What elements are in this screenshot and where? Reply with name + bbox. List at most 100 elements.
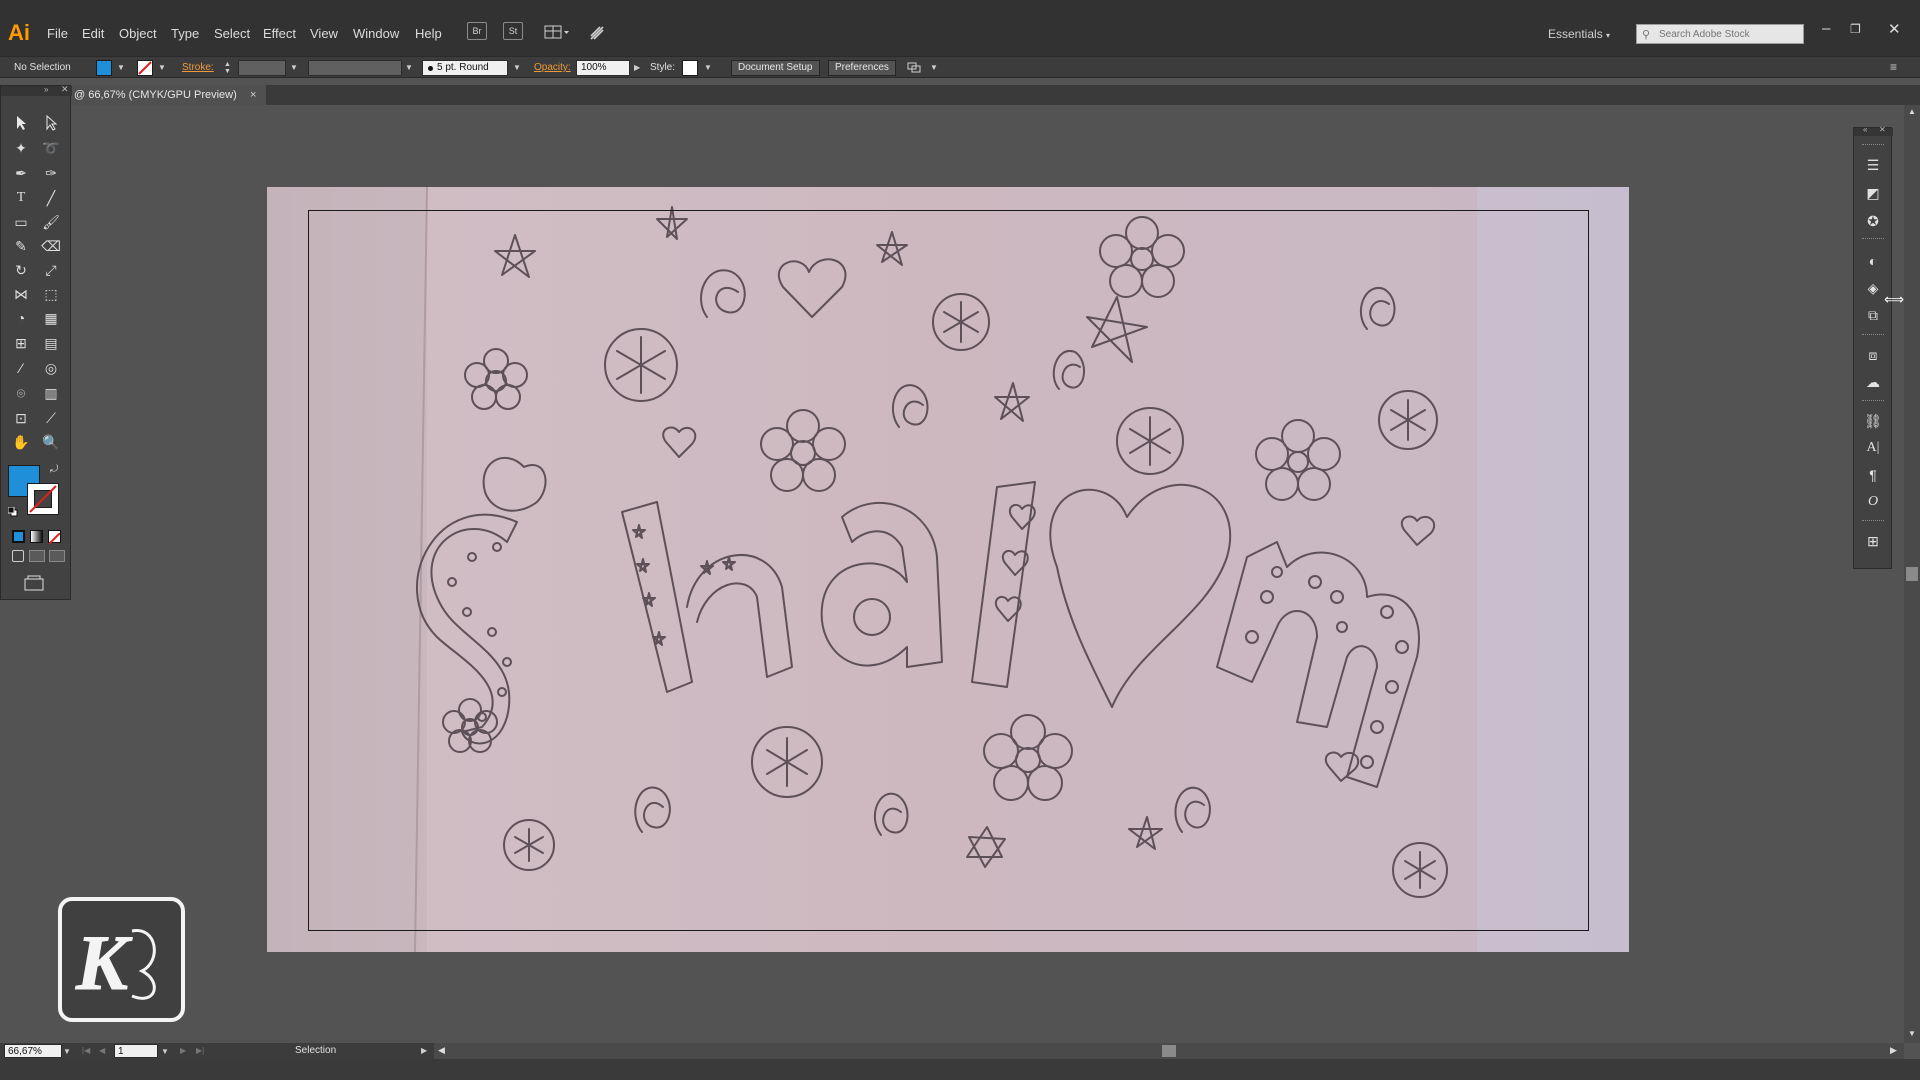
curvature-tool[interactable]: ✑ [39,162,63,184]
hand-tool[interactable]: ✋ [9,431,33,453]
color-mode-button[interactable] [12,530,25,543]
magic-wand-tool[interactable]: ✦ [9,137,33,159]
arrange-documents-icon[interactable] [544,24,570,40]
properties-panel-icon[interactable]: ☰ [1864,156,1882,174]
direct-selection-tool[interactable] [39,112,63,134]
scroll-up-icon[interactable]: ▲ [1908,107,1916,116]
stroke-swatch[interactable] [137,60,153,76]
symbol-sprayer-tool[interactable]: ⌾ [9,382,33,404]
vertical-scrollbar[interactable]: ▲ ▼ [1904,105,1920,1043]
paragraph-panel-icon[interactable]: ¶ [1864,466,1882,484]
opacity-slider-icon[interactable]: ▶ [634,63,640,72]
previous-artboard-icon[interactable]: ◀ [99,1046,105,1055]
rectangle-tool[interactable]: ▭ [9,211,33,233]
artboard-number-field[interactable]: 1 [114,1044,158,1058]
menu-window[interactable]: Window [353,26,399,41]
arrange-icon[interactable] [907,61,927,75]
draw-normal-icon[interactable] [12,550,24,562]
minimize-icon[interactable]: – [1822,20,1830,37]
scroll-down-icon[interactable]: ▼ [1908,1029,1916,1038]
next-artboard-icon[interactable]: ▶ [180,1046,186,1055]
fill-swatch[interactable] [96,60,112,76]
zoom-level-field[interactable]: 66,67% [4,1044,62,1058]
color-guide-panel-icon[interactable]: ◩ [1864,184,1882,202]
none-mode-button[interactable] [48,530,61,545]
brush-definition-field[interactable]: 5 pt. Round [422,60,508,76]
layers-panel-icon[interactable]: ◈ [1864,279,1882,297]
variable-width-profile[interactable] [308,60,402,76]
blend-tool[interactable]: ◎ [39,357,63,379]
preferences-button[interactable]: Preferences [828,60,896,76]
scroll-right-icon[interactable]: ▶ [1890,1045,1897,1056]
color-panel-icon[interactable]: ✪ [1864,212,1882,230]
shape-builder-tool[interactable]: ◔ [9,307,33,329]
rotate-tool[interactable]: ↻ [9,259,33,281]
horizontal-scrollbar[interactable]: ◀ ▶ [434,1043,1904,1059]
restore-icon[interactable]: ❐ [1850,22,1861,36]
column-graph-tool[interactable]: ▥ [39,382,63,404]
gpu-performance-icon[interactable] [588,24,606,42]
slice-tool[interactable]: ⟋ [39,407,63,429]
menu-view[interactable]: View [310,26,338,41]
panel-menu-icon[interactable]: ≡ [1890,60,1897,74]
artboards-panel-icon[interactable]: ⧉ [1864,306,1882,324]
default-colors-icon[interactable] [7,504,18,517]
mesh-tool[interactable]: ⊞ [9,332,33,354]
pathfinder-panel-icon[interactable]: ⧈ [1864,346,1882,364]
menu-type[interactable]: Type [171,26,199,41]
scroll-left-icon[interactable]: ◀ [438,1045,445,1056]
stroke-weight-dropdown-icon[interactable]: ▼ [290,63,298,72]
close-tab-icon[interactable]: × [250,85,256,105]
paintbrush-tool[interactable]: 🖌 [39,211,63,233]
opacity-field[interactable]: 100% [576,60,630,76]
character-panel-icon[interactable]: A| [1864,439,1882,457]
close-dock-icon[interactable]: ✕ [1879,125,1886,134]
expand-dock-icon[interactable]: « [1863,125,1867,134]
gradient-tool[interactable]: ▤ [39,332,63,354]
brush-dropdown-icon[interactable]: ▼ [513,63,521,72]
lasso-tool[interactable]: ➰ [39,137,63,159]
first-artboard-icon[interactable]: |◀ [82,1046,90,1055]
menu-select[interactable]: Select [214,26,250,41]
document-tab[interactable]: @ 66,67% (CMYK/GPU Preview) [70,85,266,105]
selection-tool[interactable] [9,112,33,134]
perspective-grid-tool[interactable]: ▦ [39,307,63,329]
gradient-mode-button[interactable] [30,530,43,543]
swap-colors-icon[interactable]: ⤾ [50,464,58,475]
menu-effect[interactable]: Effect [263,26,296,41]
workspace-switcher[interactable]: Essentials ▾ [1548,27,1610,41]
artboard-tool[interactable]: ⊡ [9,407,33,429]
close-window-icon[interactable]: ✕ [1888,20,1901,38]
links-panel-icon[interactable]: ⛓ [1864,412,1882,430]
status-menu-icon[interactable]: ▶ [421,1046,427,1055]
menu-edit[interactable]: Edit [82,26,104,41]
fill-dropdown-icon[interactable]: ▼ [117,63,125,72]
stroke-stepper[interactable]: ▲ ▼ [224,61,231,75]
menu-help[interactable]: Help [415,26,442,41]
zoom-dropdown-icon[interactable]: ▼ [63,1047,71,1056]
bridge-button[interactable]: Br [467,22,487,40]
screen-mode-icon[interactable] [23,575,45,591]
arrange-dropdown-icon[interactable]: ▼ [930,63,938,72]
last-artboard-icon[interactable]: ▶| [196,1046,204,1055]
eraser-tool[interactable]: ⌫ [39,235,63,257]
width-tool[interactable]: ⋈ [9,283,33,305]
shaper-tool[interactable]: ✎ [9,235,33,257]
style-dropdown-icon[interactable]: ▼ [704,63,712,72]
transform-panel-icon[interactable]: ⊞ [1864,532,1882,550]
stroke-label[interactable]: Stroke: [182,62,214,73]
zoom-tool[interactable]: 🔍 [39,431,63,453]
free-transform-tool[interactable]: ⬚ [39,283,63,305]
close-tools-icon[interactable]: ✕ [61,84,69,95]
draw-behind-icon[interactable] [29,550,45,562]
stock-button[interactable]: St [503,22,523,40]
stroke-dropdown-icon[interactable]: ▼ [158,63,166,72]
opacity-label[interactable]: Opacity: [534,62,571,73]
menu-file[interactable]: File [47,26,68,41]
scale-tool[interactable]: ⤢ [39,259,63,281]
dock-header[interactable] [1854,128,1893,136]
menu-object[interactable]: Object [119,26,157,41]
stroke-weight-field[interactable] [238,60,286,76]
artboard-dropdown-icon[interactable]: ▼ [161,1047,169,1056]
opentype-panel-icon[interactable]: O [1864,493,1882,511]
